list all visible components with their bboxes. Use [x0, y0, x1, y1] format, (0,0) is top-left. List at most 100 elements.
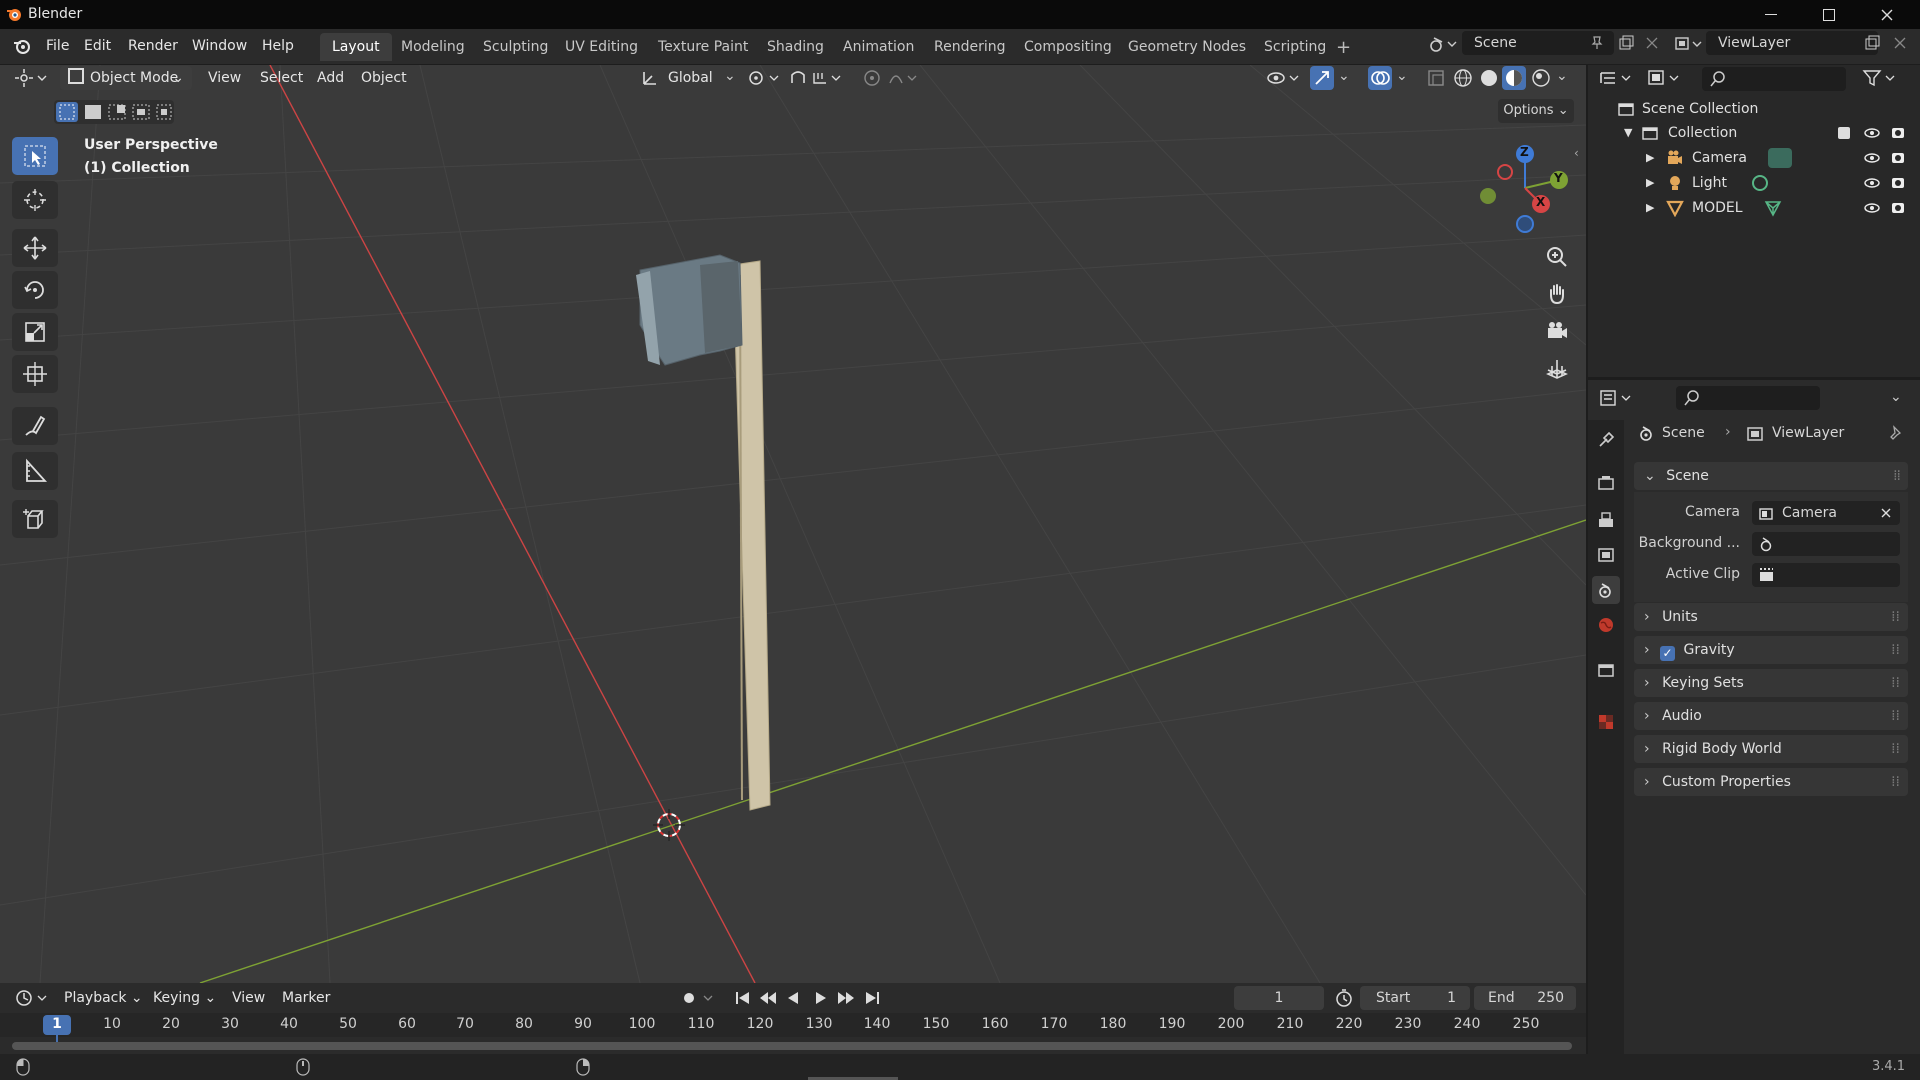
- timeline-menu-keying[interactable]: Keying ⌄: [153, 986, 216, 1010]
- active-clip-prop-field[interactable]: [1752, 563, 1900, 587]
- tab-world[interactable]: [1592, 611, 1620, 639]
- camera-prop-field[interactable]: Camera: [1752, 501, 1900, 525]
- outliner-row-light[interactable]: ▶ Light: [1588, 171, 1920, 195]
- delete-scene-icon[interactable]: [1646, 37, 1658, 49]
- timeline-menu-playback[interactable]: Playback ⌄: [64, 986, 143, 1010]
- menu-render[interactable]: Render: [120, 35, 186, 57]
- tab-tool[interactable]: [1592, 426, 1620, 454]
- timeline-editor-type-icon[interactable]: [14, 987, 50, 1009]
- pan-button[interactable]: [1540, 277, 1574, 311]
- view-layer-browse-icon[interactable]: [1674, 34, 1704, 54]
- properties-options-chevron-icon[interactable]: ⌄: [1890, 389, 1902, 405]
- tab-collection[interactable]: [1592, 656, 1620, 684]
- ortho-toggle-button[interactable]: [1540, 351, 1574, 385]
- outliner-row-camera[interactable]: ▶ Camera: [1588, 146, 1920, 170]
- camera-view-button[interactable]: [1540, 314, 1574, 348]
- tab-output[interactable]: [1592, 506, 1620, 534]
- gizmo-toggle-button[interactable]: [1310, 66, 1334, 90]
- view-layer-name-field[interactable]: ViewLayer: [1706, 31, 1878, 55]
- blender-menu-icon[interactable]: [12, 36, 32, 56]
- overlays-toggle-button[interactable]: [1368, 66, 1392, 90]
- tool-move[interactable]: [12, 229, 58, 267]
- select-subtract-icon[interactable]: [106, 102, 128, 122]
- current-frame-field[interactable]: 1: [1234, 986, 1324, 1010]
- timeline-scrollbar[interactable]: [12, 1042, 1572, 1050]
- scene-browse-icon[interactable]: [1428, 34, 1458, 54]
- render-camera-icon[interactable]: [1890, 121, 1906, 145]
- properties-search-input[interactable]: [1676, 386, 1820, 410]
- light-data-icon[interactable]: [1752, 175, 1768, 191]
- tab-uv-editing[interactable]: UV Editing: [553, 33, 650, 61]
- tab-view-layer[interactable]: [1592, 541, 1620, 569]
- tab-compositing[interactable]: Compositing: [1012, 33, 1124, 61]
- select-invert-icon[interactable]: [130, 102, 152, 122]
- outliner-row-scene-collection[interactable]: Scene Collection: [1588, 97, 1920, 121]
- drag-handle-icon[interactable]: ⁞⁞: [1891, 768, 1900, 796]
- menu-window[interactable]: Window: [184, 35, 255, 57]
- tab-rendering[interactable]: Rendering: [922, 33, 1018, 61]
- wireframe-shading-icon[interactable]: [1452, 67, 1474, 89]
- gizmo-chevron-icon[interactable]: ⌄: [1338, 68, 1350, 84]
- tab-render[interactable]: [1592, 469, 1620, 497]
- proportional-edit-icon[interactable]: [862, 67, 922, 89]
- tool-scale[interactable]: [12, 313, 58, 351]
- options-dropdown[interactable]: Options ⌄: [1498, 99, 1574, 123]
- visibility-icon[interactable]: [1266, 67, 1302, 89]
- background-prop-field[interactable]: [1752, 532, 1900, 556]
- timeline-menu-view[interactable]: View: [232, 986, 265, 1010]
- tab-scripting[interactable]: Scripting: [1252, 33, 1338, 61]
- material-preview-button[interactable]: [1502, 66, 1526, 90]
- tab-layout[interactable]: Layout: [320, 33, 392, 61]
- drag-handle-icon[interactable]: ⁞⁞: [1891, 735, 1900, 763]
- restore-button[interactable]: [1800, 0, 1858, 29]
- mode-dropdown[interactable]: Object Mode ⌄: [60, 66, 192, 90]
- pivot-icon[interactable]: [746, 67, 782, 89]
- section-gravity[interactable]: › ✓ Gravity ⁞⁞: [1634, 636, 1908, 664]
- drag-handle-icon[interactable]: ⁞⁞: [1893, 462, 1901, 490]
- new-scene-icon[interactable]: [1618, 35, 1634, 51]
- snap-icon[interactable]: [788, 67, 848, 89]
- tab-geometry-nodes[interactable]: Geometry Nodes: [1116, 33, 1258, 61]
- new-view-layer-icon[interactable]: [1864, 35, 1880, 51]
- minimize-button[interactable]: [1742, 0, 1800, 29]
- editor-type-icon[interactable]: [14, 67, 50, 89]
- xray-icon[interactable]: [1426, 68, 1446, 88]
- outliner-row-model[interactable]: ▶ MODEL: [1588, 196, 1920, 220]
- viewport-menu-select[interactable]: Select: [260, 66, 303, 90]
- tool-measure[interactable]: [12, 452, 58, 490]
- viewport-menu-add[interactable]: Add: [317, 66, 344, 90]
- viewport-menu-view[interactable]: View: [208, 66, 241, 90]
- stopwatch-icon[interactable]: [1334, 988, 1354, 1008]
- section-audio[interactable]: › Audio ⁞⁞: [1634, 702, 1908, 730]
- outliner-row-collection[interactable]: ▼ Collection: [1588, 121, 1920, 145]
- end-frame-field[interactable]: End 250: [1474, 986, 1576, 1010]
- viewport-menu-object[interactable]: Object: [361, 66, 407, 90]
- shading-chevron-icon[interactable]: ⌄: [1556, 68, 1568, 84]
- orientation-dropdown[interactable]: Global: [668, 66, 713, 90]
- tool-select-box[interactable]: [12, 137, 58, 175]
- pin-icon[interactable]: [1888, 425, 1904, 443]
- drag-handle-icon[interactable]: ⁞⁞: [1891, 636, 1900, 664]
- tool-annotate[interactable]: [12, 407, 58, 445]
- select-extend-icon[interactable]: [82, 102, 104, 122]
- properties-editor-type-icon[interactable]: [1598, 387, 1634, 409]
- section-rigid-body-world[interactable]: › Rigid Body World ⁞⁞: [1634, 735, 1908, 763]
- pin-icon[interactable]: [1590, 36, 1604, 50]
- tab-texture-paint[interactable]: Texture Paint: [646, 33, 760, 61]
- drag-handle-icon[interactable]: ⁞⁞: [1891, 702, 1900, 730]
- section-custom-properties[interactable]: › Custom Properties ⁞⁞: [1634, 768, 1908, 796]
- drag-handle-icon[interactable]: ⁞⁞: [1891, 603, 1900, 631]
- tool-transform[interactable]: [12, 355, 58, 393]
- mesh-data-icon[interactable]: [1764, 199, 1782, 217]
- record-button[interactable]: [680, 989, 716, 1007]
- gravity-checkbox[interactable]: ✓: [1660, 646, 1676, 661]
- delete-view-layer-icon[interactable]: [1894, 37, 1906, 49]
- tab-scene[interactable]: [1592, 576, 1620, 604]
- outliner-editor-type-icon[interactable]: [1598, 67, 1634, 89]
- 3d-viewport[interactable]: [0, 65, 1586, 983]
- clear-camera-icon[interactable]: [1880, 501, 1892, 525]
- camera-data-icon[interactable]: [1768, 148, 1792, 168]
- tab-modeling[interactable]: Modeling: [389, 33, 477, 61]
- select-new-button[interactable]: [56, 102, 78, 122]
- tab-shading[interactable]: Shading: [755, 33, 836, 61]
